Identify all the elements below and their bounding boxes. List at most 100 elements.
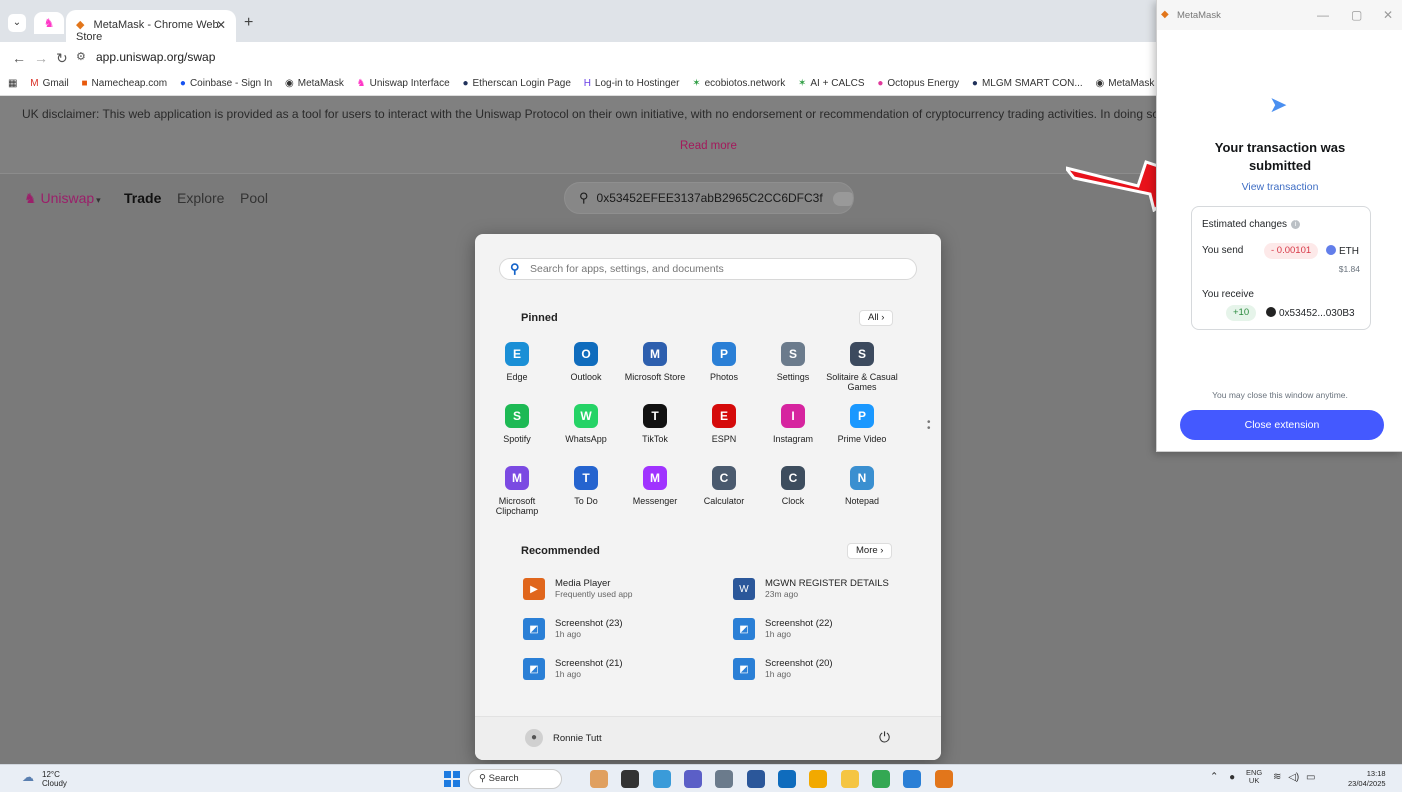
pinned-app-calculator[interactable]: C Calculator <box>688 466 760 506</box>
bookmark-octopus[interactable]: ● Octopus Energy <box>877 74 959 94</box>
bookmark-namecheap[interactable]: ■ Namecheap.com <box>81 74 167 94</box>
more-button[interactable]: More › <box>847 543 893 559</box>
taskbar-clock[interactable]: 13:18 23/04/2025 <box>1348 769 1386 789</box>
apps-grid-icon[interactable]: ▦ <box>8 74 17 94</box>
tab-metamask-store[interactable]: ◆ MetaMask - Chrome Web Store ✕ <box>66 10 236 43</box>
recommended-item[interactable]: ◩ Screenshot (23) 1h ago <box>523 616 723 644</box>
receive-token[interactable]: 0x53452...030B3 <box>1266 307 1355 319</box>
pinned-app-spotify[interactable]: S Spotify <box>481 404 553 444</box>
minimize-icon[interactable]: — <box>1317 8 1329 22</box>
calculator-taskbar-icon[interactable] <box>715 770 734 788</box>
search-icon: ⚲ <box>579 190 589 205</box>
read-more-link[interactable]: Read more <box>680 140 737 152</box>
bookmark-ecobiotos[interactable]: ✶ ecobiotos.network <box>692 74 785 94</box>
pinned-app-settings[interactable]: S Settings <box>757 342 829 382</box>
wifi-icon[interactable]: ≋ <box>1273 772 1281 783</box>
nav-explore[interactable]: Explore <box>177 190 224 206</box>
view-transaction-link[interactable]: View transaction <box>1157 181 1402 193</box>
bookmark-hostinger[interactable]: H Log-in to Hostinger <box>584 74 680 94</box>
pinned-app-to-do[interactable]: T To Do <box>550 466 622 506</box>
token-search-input[interactable]: ⚲ 0x53452EFEE3137abB2965C2CC6DFC3f <box>564 182 854 214</box>
language-indicator[interactable]: ENG UK <box>1246 769 1262 785</box>
info-icon[interactable]: i <box>1291 219 1301 229</box>
forward-icon[interactable]: → <box>34 50 48 66</box>
pinned-app-clock[interactable]: C Clock <box>757 466 829 506</box>
teams-icon[interactable] <box>684 770 703 788</box>
uniswap-logo[interactable]: ♞ Uniswap ▾ <box>24 190 101 207</box>
app-icon: C <box>781 466 805 490</box>
bookmark-gmail[interactable]: M Gmail <box>30 74 68 94</box>
pinned-app-solitaire-casual-games[interactable]: S Solitaire & Casual Games <box>826 342 898 392</box>
pinned-app-notepad[interactable]: N Notepad <box>826 466 898 506</box>
bookmark-uniswap[interactable]: ♞ Uniswap Interface <box>357 74 450 94</box>
tab-close-icon[interactable]: ✕ <box>216 18 226 32</box>
user-avatar-icon[interactable]: ● <box>525 729 543 747</box>
disclaimer-text: UK disclaimer: This web application is p… <box>22 107 1156 121</box>
bookmark-metamask-2[interactable]: ◉ MetaMask <box>1096 74 1155 94</box>
user-name[interactable]: Ronnie Tutt <box>553 733 602 744</box>
maximize-icon[interactable]: ▢ <box>1351 8 1362 22</box>
word-icon[interactable] <box>746 770 765 788</box>
send-token[interactable]: ETH <box>1326 245 1359 257</box>
pinned-app-espn[interactable]: E ESPN <box>688 404 760 444</box>
recommended-subtitle: 23m ago <box>765 589 799 599</box>
pinned-app-instagram[interactable]: I Instagram <box>757 404 829 444</box>
bookmark-metamask[interactable]: ◉ MetaMask <box>285 74 344 94</box>
back-icon[interactable]: ← <box>12 50 26 66</box>
file-explorer-icon[interactable] <box>840 770 859 788</box>
url-input[interactable]: app.uniswap.org/swap <box>96 50 215 64</box>
pinned-app-microsoft-clipchamp[interactable]: M Microsoft Clipchamp <box>481 466 553 516</box>
tab-search-menu[interactable]: ⌄ <box>8 14 26 32</box>
page-indicator[interactable]: • • <box>927 418 931 434</box>
windows-start-icon[interactable] <box>444 771 460 787</box>
stacks-icon[interactable] <box>809 770 828 788</box>
estimated-changes-title: Estimated changes i <box>1202 219 1301 230</box>
bookmark-mlgm[interactable]: ● MLGM SMART CON... <box>972 74 1083 94</box>
start-search-input[interactable]: ⚲ Search for apps, settings, and documen… <box>499 258 917 280</box>
power-icon[interactable]: ⏻ <box>879 729 890 746</box>
tray-app-icon[interactable]: ● <box>1229 772 1235 783</box>
new-tab-button[interactable]: + <box>244 15 253 31</box>
app-label: ESPN <box>711 434 737 444</box>
metamask-taskbar-icon[interactable] <box>934 770 953 788</box>
close-icon[interactable]: ✕ <box>1383 8 1393 22</box>
tab-uniswap[interactable]: ♞ <box>34 12 64 34</box>
pinned-app-photos[interactable]: P Photos <box>688 342 760 382</box>
recommended-title: Recommended <box>521 545 600 557</box>
weather-widget[interactable]: ☁ 12°C Cloudy <box>22 770 67 788</box>
recommended-item[interactable]: ◩ Screenshot (22) 1h ago <box>733 616 933 644</box>
pinned-app-messenger[interactable]: M Messenger <box>619 466 691 506</box>
recommended-item[interactable]: ◩ Screenshot (20) 1h ago <box>733 656 933 684</box>
recommended-item[interactable]: ◩ Screenshot (21) 1h ago <box>523 656 723 684</box>
bookmark-etherscan[interactable]: ● Etherscan Login Page <box>462 74 570 94</box>
app-label: Calculator <box>703 496 745 506</box>
bookmark-ai-calcs[interactable]: ✶ AI + CALCS <box>798 74 865 94</box>
photos-taskbar-icon[interactable] <box>903 770 922 788</box>
battery-icon[interactable]: ▭ <box>1306 772 1315 783</box>
taskbar-search[interactable]: ⚲ Search <box>468 769 562 789</box>
copilot-icon[interactable] <box>590 770 608 788</box>
pinned-app-prime-video[interactable]: P Prime Video <box>826 404 898 444</box>
task-view-icon[interactable] <box>621 770 640 788</box>
app-icon: P <box>850 404 874 428</box>
site-info-icon[interactable]: ⚙ <box>76 50 86 63</box>
reload-icon[interactable]: ↻ <box>56 50 68 66</box>
volume-icon[interactable]: ◁) <box>1288 772 1299 783</box>
tray-chevron-icon[interactable]: ⌃ <box>1210 772 1218 783</box>
widgets-icon[interactable] <box>652 770 671 788</box>
nav-pool[interactable]: Pool <box>240 190 268 206</box>
outlook-taskbar-icon[interactable] <box>778 770 797 788</box>
pinned-app-outlook[interactable]: O Outlook <box>550 342 622 382</box>
close-extension-button[interactable]: Close extension <box>1180 410 1384 440</box>
pinned-app-whatsapp[interactable]: W WhatsApp <box>550 404 622 444</box>
nav-trade[interactable]: Trade <box>124 190 161 206</box>
pinned-app-tiktok[interactable]: T TikTok <box>619 404 691 444</box>
app-icon: S <box>781 342 805 366</box>
recommended-item[interactable]: ▶ Media Player Frequently used app <box>523 576 723 604</box>
bookmark-coinbase[interactable]: ● Coinbase - Sign In <box>180 74 272 94</box>
all-apps-button[interactable]: All › <box>859 310 894 326</box>
pinned-app-microsoft-store[interactable]: M Microsoft Store <box>619 342 691 382</box>
pinned-app-edge[interactable]: E Edge <box>481 342 553 382</box>
recommended-item[interactable]: W MGWN REGISTER DETAILS 23m ago <box>733 576 933 604</box>
chrome-icon[interactable] <box>872 770 891 788</box>
